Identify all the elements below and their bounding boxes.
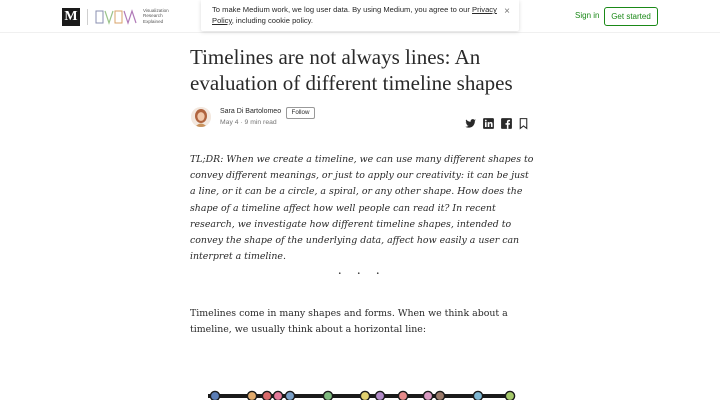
- medium-logo-icon[interactable]: M: [62, 8, 80, 26]
- facebook-icon[interactable]: [500, 117, 513, 130]
- get-started-button[interactable]: Get started: [604, 7, 658, 26]
- timeline-dot: [472, 390, 484, 400]
- timeline-dot: [284, 390, 296, 400]
- section-separator: . . .: [338, 263, 386, 278]
- timeline-dot: [261, 390, 273, 400]
- timeline-dot: [272, 390, 284, 400]
- publication-name: Visualization Research Explained: [143, 8, 169, 24]
- timeline-dot: [374, 390, 386, 400]
- timeline-dot: [504, 390, 516, 400]
- cookie-banner-text: To make Medium work, we log user data. B…: [212, 5, 497, 25]
- timeline-dot: [434, 390, 446, 400]
- linkedin-icon[interactable]: [482, 117, 495, 130]
- author-name[interactable]: Sara Di Bartolomeo: [220, 108, 281, 115]
- logo-divider: [87, 9, 88, 25]
- body-paragraph: Timelines come in many shapes and forms.…: [190, 308, 508, 336]
- timeline-dot: [397, 390, 409, 400]
- timeline-figure: [208, 390, 516, 400]
- twitter-icon[interactable]: [464, 117, 477, 130]
- publication-logo-icon[interactable]: [95, 9, 139, 25]
- bookmark-icon[interactable]: [517, 117, 530, 130]
- follow-button[interactable]: Follow: [286, 107, 315, 119]
- timeline-dot: [322, 390, 334, 400]
- cookie-banner: To make Medium work, we log user data. B…: [201, 0, 519, 31]
- timeline-dot: [422, 390, 434, 400]
- timeline-dot: [359, 390, 371, 400]
- article-meta: May 4 · 9 min read: [220, 119, 277, 126]
- article-title: Timelines are not always lines: An evalu…: [190, 45, 513, 95]
- timeline-dot: [209, 390, 221, 400]
- sign-in-link[interactable]: Sign in: [575, 11, 599, 20]
- timeline-dot: [246, 390, 258, 400]
- author-avatar-icon: [191, 107, 211, 127]
- avatar[interactable]: [191, 107, 211, 127]
- tldr-paragraph: TL;DR: When we create a timeline, we can…: [190, 154, 534, 263]
- close-icon[interactable]: ×: [501, 6, 513, 18]
- top-bar: M Visualization Research Explained To ma…: [0, 0, 720, 33]
